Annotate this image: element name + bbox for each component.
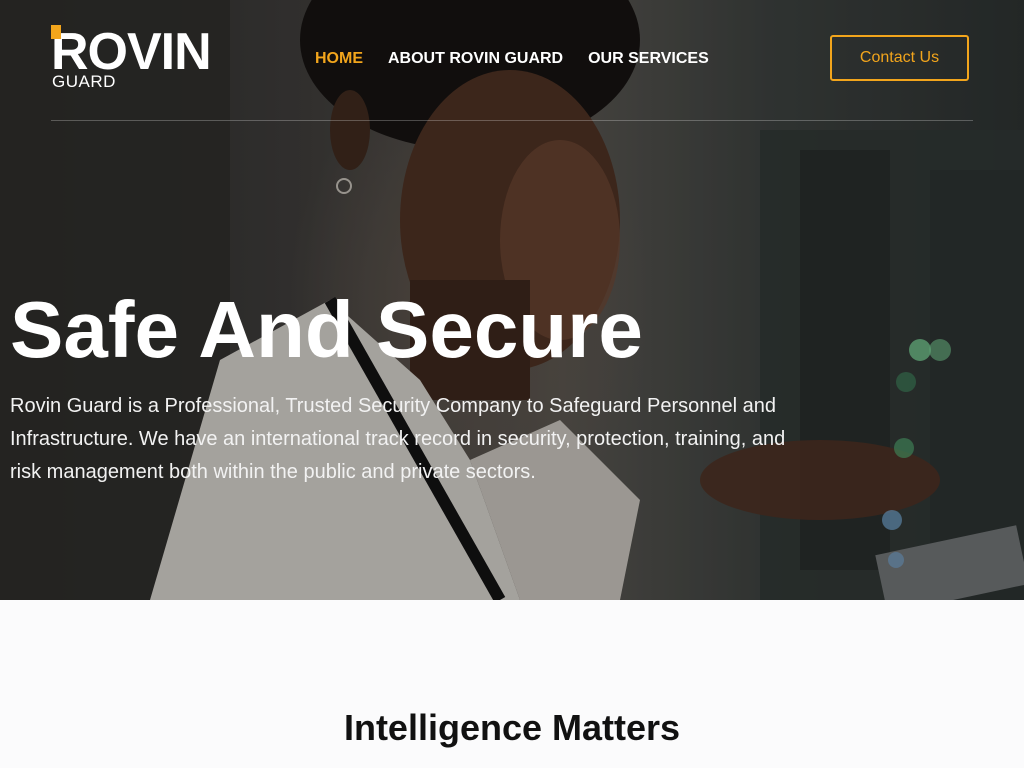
nav-item-about[interactable]: ABOUT ROVIN GUARD <box>388 49 563 71</box>
section-title: Intelligence Matters <box>343 707 681 748</box>
hero-description: Rovin Guard is a Professional, Trusted S… <box>10 395 786 483</box>
header-divider <box>51 120 973 121</box>
logo-subtitle: GUARD <box>52 72 116 91</box>
hero-title: Safe And Secure <box>10 285 643 374</box>
contact-us-button[interactable]: Contact Us <box>830 35 969 81</box>
main-nav: HOME ABOUT ROVIN GUARD OUR SERVICES <box>315 49 734 71</box>
nav-item-home[interactable]: HOME <box>315 49 363 71</box>
logo-wordmark: ROVIN <box>51 23 212 81</box>
nav-item-services[interactable]: OUR SERVICES <box>588 49 709 71</box>
brand-logo[interactable]: ROVIN GUARD <box>51 25 231 91</box>
hero-section: ROVIN GUARD HOME ABOUT ROVIN GUARD OUR S… <box>0 0 1024 600</box>
logo-accent-bar <box>51 25 61 39</box>
